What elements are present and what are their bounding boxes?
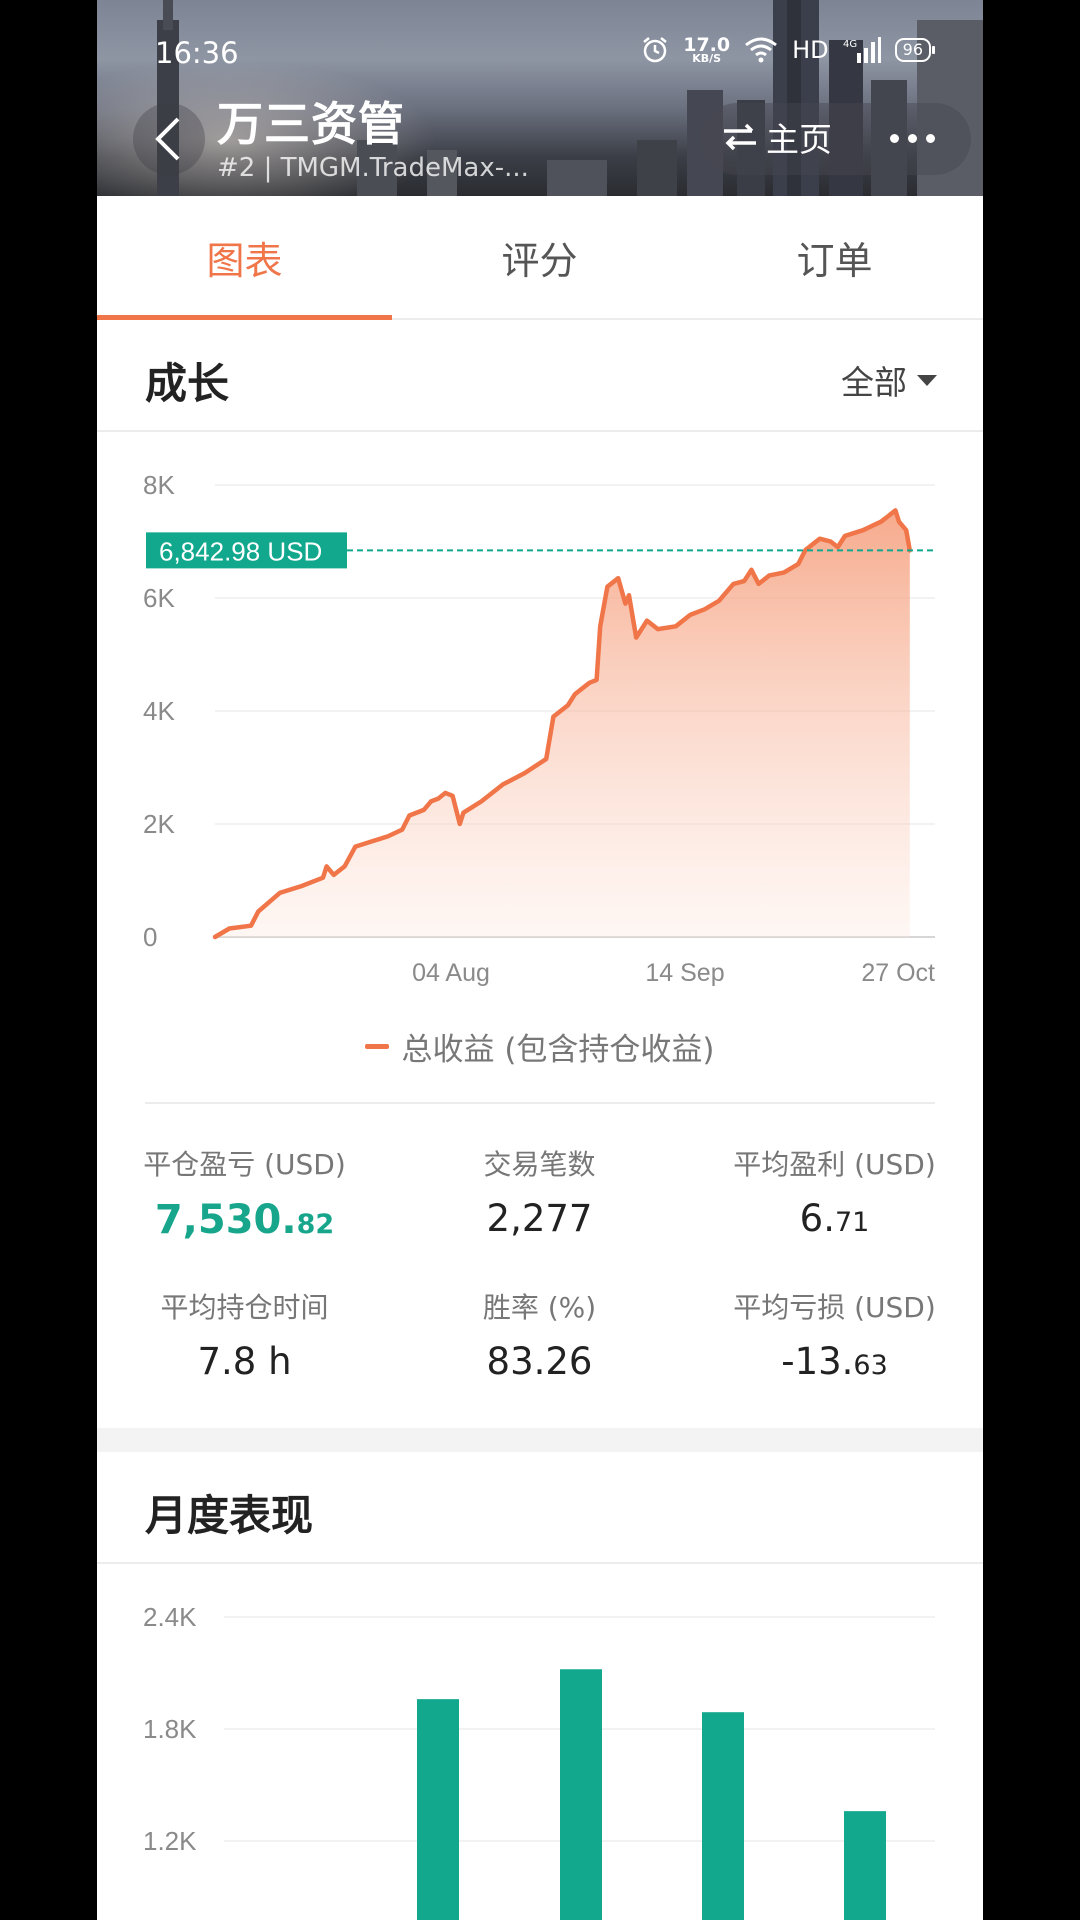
monthly-title: 月度表现 — [145, 1491, 314, 1540]
net-speed: 17.0 KB/S — [683, 34, 731, 66]
y-tick-label: 1.8K — [143, 1714, 197, 1744]
x-tick-label: 04 Aug — [412, 959, 490, 987]
stat-label: 平均盈利 (USD) — [733, 1148, 936, 1181]
account-subtitle: #2 | TMGM.TradeMax-... — [217, 153, 529, 183]
monthly-bar-chart: 2.4K 1.8K 1.2K — [143, 1602, 935, 1920]
stat-value: 7.8 h — [197, 1340, 292, 1383]
monthly-bar — [702, 1712, 744, 1920]
growth-chart: 0 2K 4K 6K 8K 04 Aug 14 Sep 27 Oct 6,842.98 USD — [143, 470, 935, 987]
tab-orders[interactable]: 订单 — [687, 196, 982, 318]
range-dropdown-label: 全部 — [841, 363, 907, 402]
y-tick-label: 8K — [143, 470, 175, 500]
alarm-icon — [643, 37, 667, 63]
more-dot-icon — [890, 133, 899, 143]
home-button[interactable]: 主页 — [722, 113, 832, 161]
stat-label: 交易笔数 — [483, 1148, 596, 1181]
y-tick-label: 2K — [143, 809, 175, 839]
chart-legend: 总收益 (包含持仓收益) — [97, 1024, 983, 1069]
section-separator — [97, 1428, 983, 1452]
app-screen: 16:36 17.0 KB/S HD 4G 96 万三资管 #2 | TMGM.… — [97, 0, 983, 1920]
monthly-bar — [844, 1811, 886, 1920]
legend-label: 总收益 (包含持仓收益) — [401, 1032, 715, 1068]
tab-score[interactable]: 评分 — [392, 196, 687, 318]
more-menu-button[interactable] — [890, 118, 935, 158]
status-time: 16:36 — [155, 36, 239, 70]
more-dot-icon — [908, 133, 917, 143]
growth-section-header: 成长 全部 — [97, 320, 983, 432]
back-button[interactable] — [133, 103, 205, 175]
chevron-left-icon — [155, 117, 180, 161]
more-dot-icon — [926, 133, 935, 143]
stat-closed-pnl: 平仓盈亏 (USD) 7,530.82 — [97, 1143, 392, 1243]
stat-value: 6.71 — [799, 1197, 870, 1240]
tab-chart[interactable]: 图表 — [97, 196, 392, 320]
stat-value: 7,530.82 — [154, 1197, 335, 1243]
stat-win-rate: 胜率 (%) 83.26 — [392, 1286, 687, 1383]
svg-text:4G: 4G — [843, 39, 857, 50]
stat-value: 2,277 — [486, 1197, 593, 1240]
monthly-bar — [417, 1699, 459, 1920]
status-icons: 17.0 KB/S HD 4G 96 — [641, 34, 936, 66]
tab-bar: 图表 评分 订单 — [97, 196, 983, 320]
stat-avg-profit: 平均盈利 (USD) 6.71 — [687, 1143, 982, 1240]
growth-title: 成长 — [145, 359, 230, 408]
stat-avg-holding-time: 平均持仓时间 7.8 h — [97, 1286, 392, 1383]
x-tick-label: 14 Sep — [645, 959, 724, 987]
header-banner: 16:36 17.0 KB/S HD 4G 96 万三资管 #2 | TMGM.… — [97, 0, 983, 196]
battery-icon: 96 — [894, 38, 936, 63]
signal-icon: 4G — [843, 37, 881, 64]
stat-label: 平仓盈亏 (USD) — [143, 1148, 346, 1181]
y-tick-label: 4K — [143, 696, 175, 726]
home-button-label: 主页 — [766, 120, 832, 159]
divider — [145, 1102, 935, 1104]
hd-label: HD — [792, 36, 829, 65]
stat-label: 平均亏损 (USD) — [733, 1291, 936, 1324]
monthly-section-header: 月度表现 — [97, 1452, 983, 1564]
caret-down-icon — [917, 374, 937, 386]
y-tick-label: 0 — [143, 922, 157, 952]
monthly-bar — [560, 1669, 602, 1920]
stat-label: 胜率 (%) — [482, 1291, 597, 1324]
page-title: 万三资管 — [217, 97, 405, 151]
x-tick-label: 27 Oct — [861, 959, 935, 987]
y-tick-label: 2.4K — [143, 1602, 197, 1632]
y-tick-label: 1.2K — [143, 1826, 197, 1856]
stat-value: -13.63 — [781, 1340, 888, 1383]
stat-trade-count: 交易笔数 2,277 — [392, 1143, 687, 1240]
range-dropdown[interactable]: 全部 — [841, 356, 937, 404]
current-value-label: 6,842.98 USD — [159, 536, 322, 566]
stat-label: 平均持仓时间 — [160, 1291, 329, 1324]
y-tick-label: 6K — [143, 583, 175, 613]
stat-value: 83.26 — [486, 1340, 593, 1383]
growth-area — [215, 510, 910, 937]
stat-avg-loss: 平均亏损 (USD) -13.63 — [687, 1286, 982, 1383]
legend-swatch — [365, 1044, 390, 1049]
swap-icon — [724, 123, 756, 151]
wifi-icon — [745, 37, 778, 63]
